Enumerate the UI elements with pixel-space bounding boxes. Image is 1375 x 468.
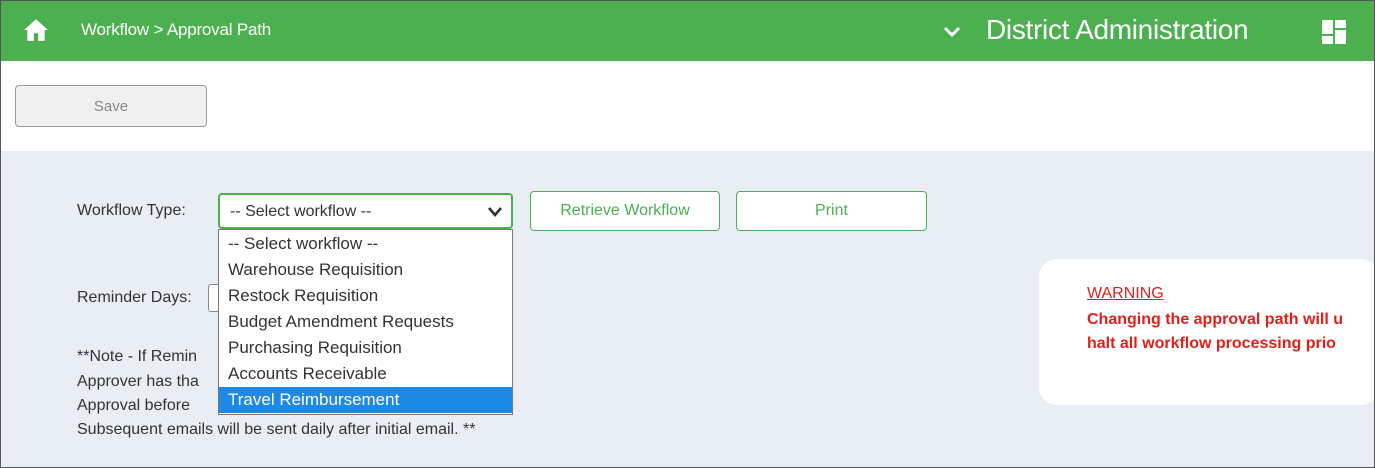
note-line: Approver has tha: [77, 373, 199, 390]
note-line: Subsequent emails will be sent daily aft…: [77, 421, 476, 438]
note-line: Approval before: [77, 397, 190, 414]
warning-title: WARNING: [1087, 285, 1164, 302]
dropdown-option[interactable]: Restock Requisition: [219, 283, 512, 309]
workflow-dropdown-list[interactable]: -- Select workflow -- Warehouse Requisit…: [218, 229, 513, 415]
breadcrumb[interactable]: Workflow > Approval Path: [81, 20, 271, 40]
print-button[interactable]: Print: [736, 191, 927, 231]
chevron-down-icon: [488, 207, 502, 217]
workflow-type-label: Workflow Type:: [77, 202, 186, 219]
dropdown-option[interactable]: -- Select workflow --: [219, 231, 512, 257]
workflow-type-select[interactable]: -- Select workflow --: [218, 193, 513, 229]
district-title[interactable]: District Administration: [986, 14, 1249, 46]
workflow-select-value: -- Select workflow --: [230, 203, 372, 220]
dropdown-option[interactable]: Warehouse Requisition: [219, 257, 512, 283]
home-icon[interactable]: [23, 17, 49, 43]
dropdown-option[interactable]: Budget Amendment Requests: [219, 309, 512, 335]
warning-text: halt all workflow processing prio: [1087, 335, 1336, 352]
dropdown-option[interactable]: Accounts Receivable: [219, 361, 512, 387]
retrieve-workflow-button[interactable]: Retrieve Workflow: [530, 191, 720, 231]
top-navigation-bar: Workflow > Approval Path District Admini…: [1, 1, 1374, 61]
dropdown-option[interactable]: Purchasing Requisition: [219, 335, 512, 361]
save-button[interactable]: Save: [15, 85, 207, 127]
warning-card: [1039, 259, 1374, 405]
note-line: **Note - If Remin: [77, 348, 198, 365]
grid-icon[interactable]: [1321, 19, 1347, 45]
reminder-days-label: Reminder Days:: [77, 289, 192, 306]
warning-text: Changing the approval path will u: [1087, 311, 1344, 328]
dropdown-option-highlighted[interactable]: Travel Reimbursement: [219, 387, 512, 413]
app-window: Workflow > Approval Path District Admini…: [0, 0, 1375, 468]
chevron-down-icon[interactable]: [942, 22, 962, 42]
